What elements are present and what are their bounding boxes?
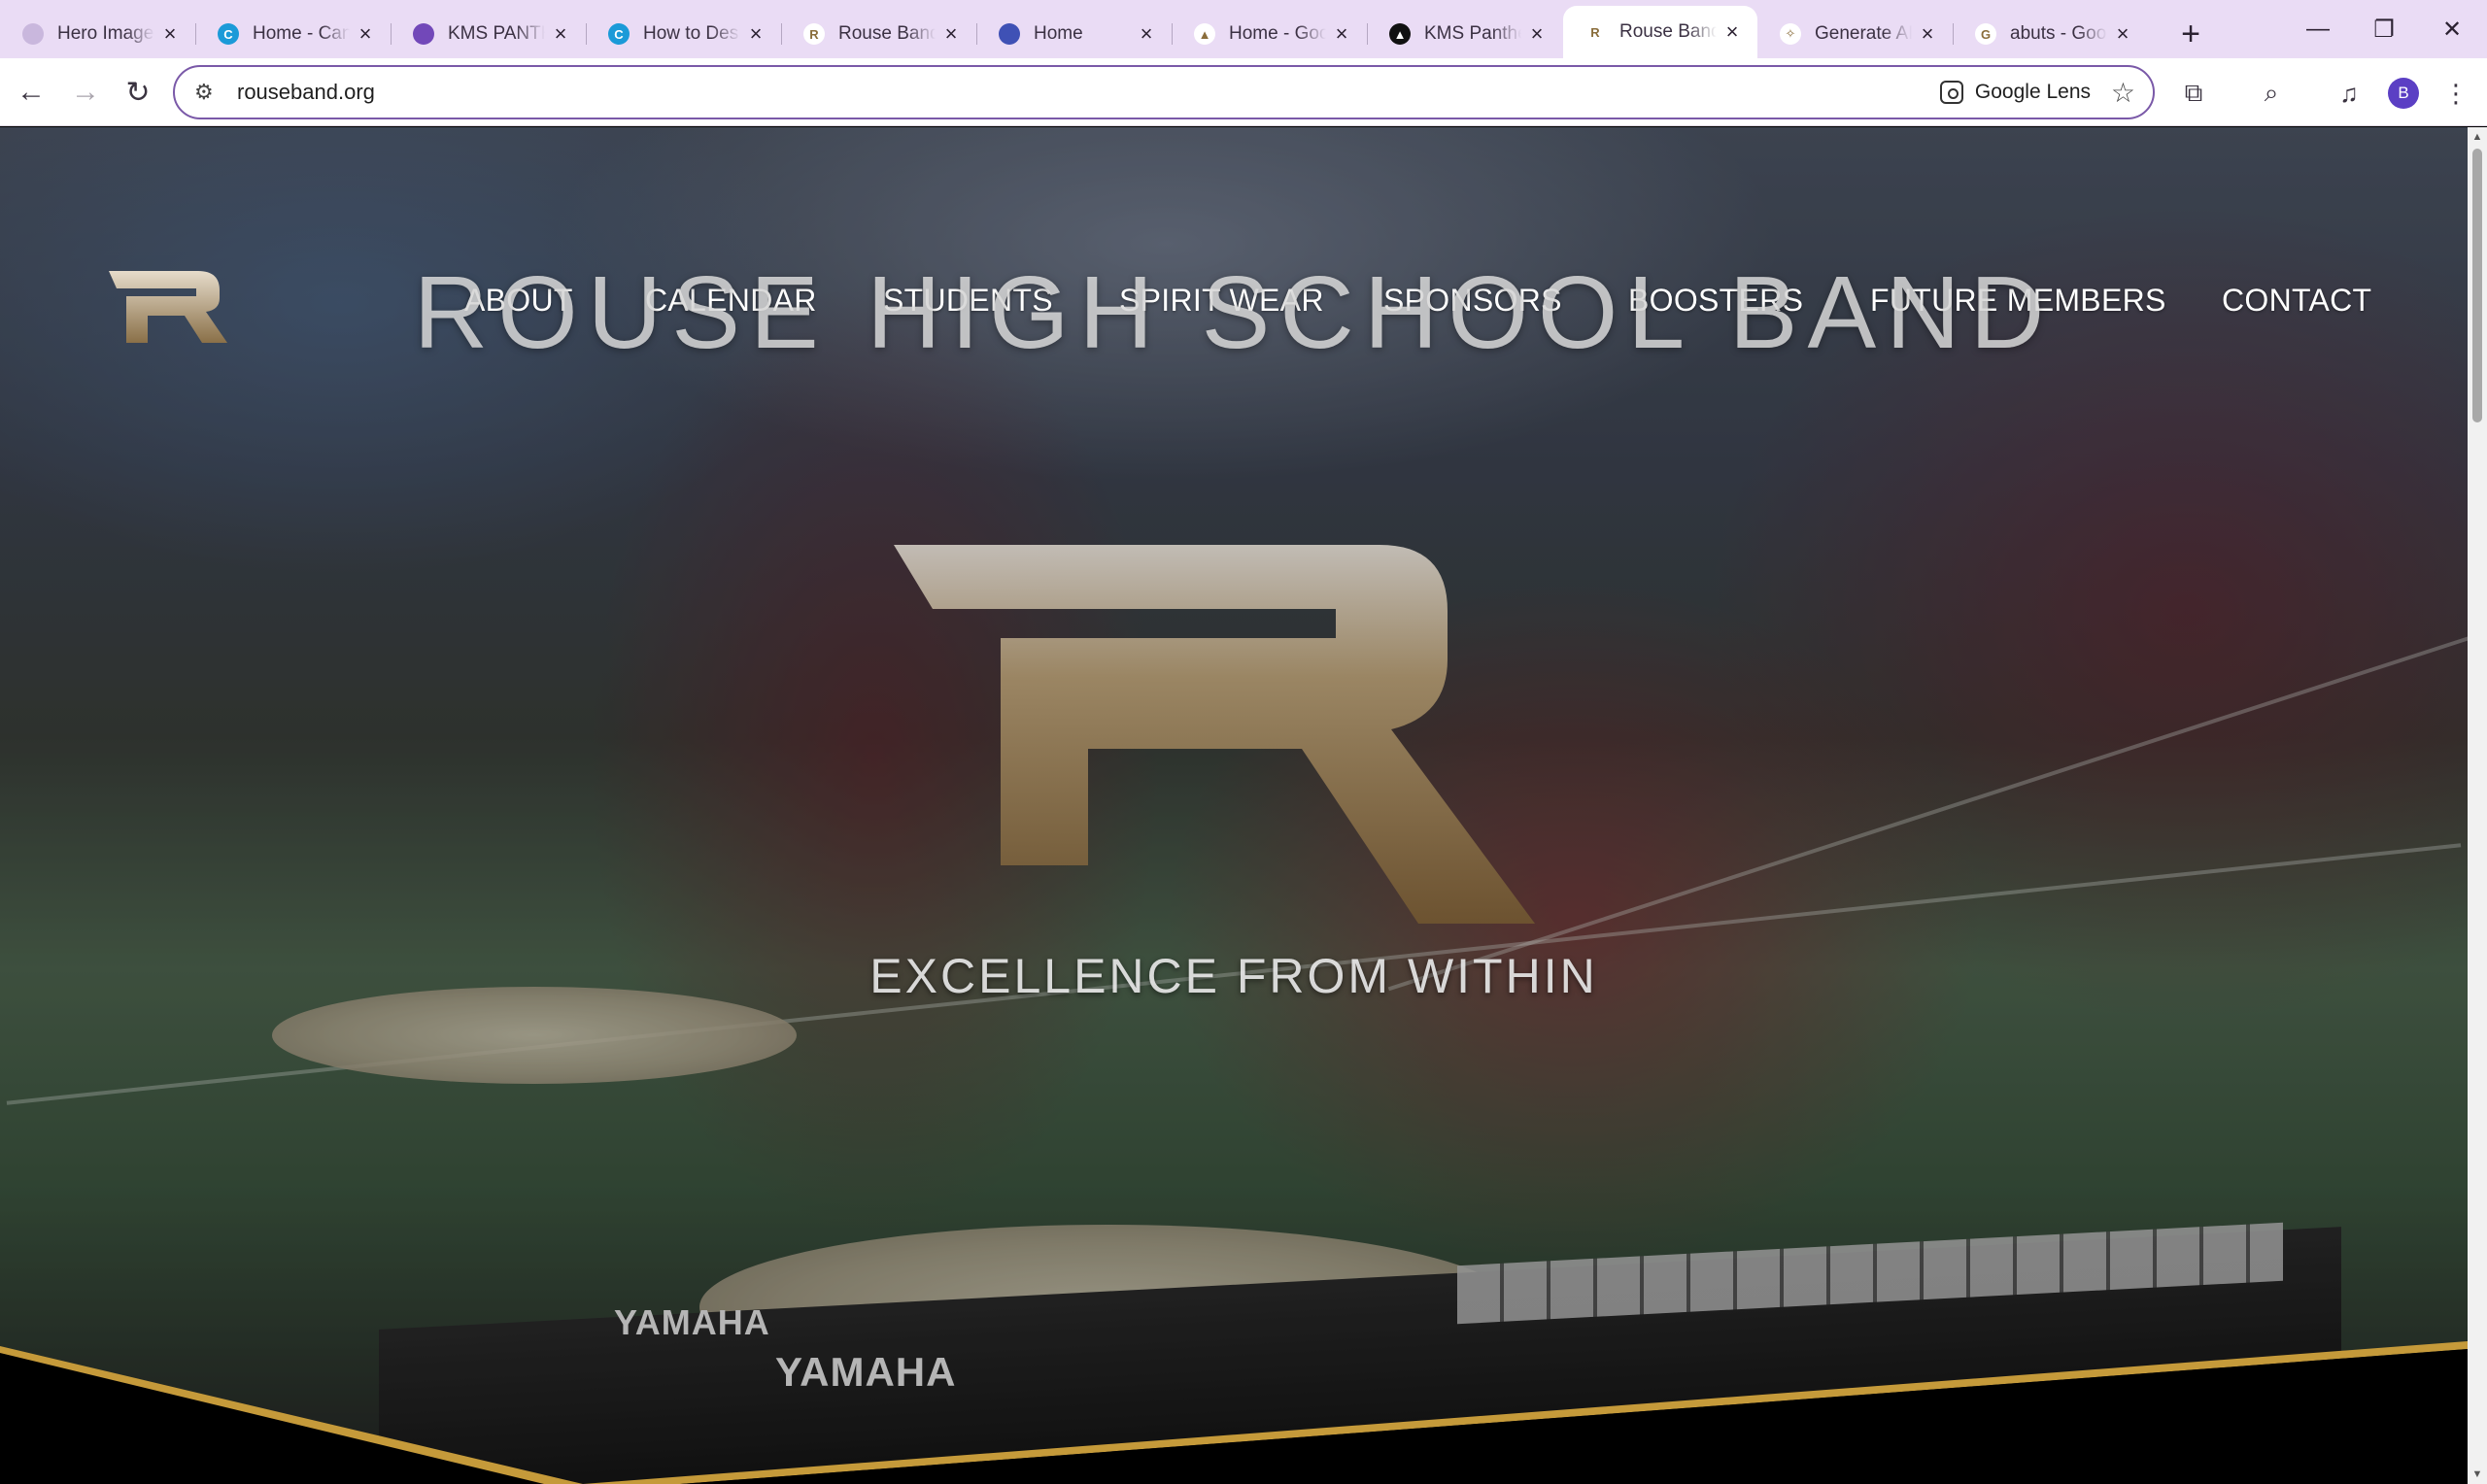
close-window-button[interactable]: ✕ xyxy=(2419,0,2485,58)
url-text[interactable]: rouseband.org xyxy=(237,80,375,105)
reload-button[interactable]: ↻ xyxy=(117,71,159,114)
canva-favicon-icon: C xyxy=(608,23,630,45)
tab-close-icon[interactable]: × xyxy=(1916,21,1939,46)
lens-icon xyxy=(1939,81,1963,104)
hero-favicon-icon xyxy=(22,23,44,45)
canva-favicon-icon: C xyxy=(218,23,239,45)
browser-tab[interactable]: R Rouse Band × xyxy=(1563,6,1757,58)
browser-tab[interactable]: Gabuts - Google× xyxy=(1953,10,2148,58)
tagline: EXCELLENCE FROM WITHIN xyxy=(869,949,1598,1003)
page-viewport: YAMAHA YAMAHA ABOUT CALENDAR STUDENTS SPIRI… xyxy=(0,127,2468,1484)
tab-title: How to Design xyxy=(643,23,740,44)
tab-close-icon[interactable]: × xyxy=(1525,21,1549,46)
new-tab-button[interactable]: + xyxy=(2162,10,2220,58)
browser-tab[interactable]: Home × xyxy=(976,10,1172,58)
tab-close-icon[interactable]: × xyxy=(158,21,182,46)
tab-close-icon[interactable]: × xyxy=(354,21,377,46)
browser-tab[interactable]: ▲ KMS Panthers× xyxy=(1367,10,1562,58)
tab-close-icon[interactable]: × xyxy=(2111,21,2134,46)
tab-title: Rouse Band xyxy=(838,23,936,44)
tab-close-icon[interactable]: × xyxy=(744,21,767,46)
browser-tab[interactable]: ✧ Generate AI × xyxy=(1758,10,1953,58)
tab-title: abuts - Google xyxy=(2010,23,2107,44)
restore-button[interactable]: ❐ xyxy=(2351,0,2417,58)
forms-favicon-icon xyxy=(413,23,434,45)
forward-button[interactable]: → xyxy=(64,71,107,114)
tab-title: Home - Google Drive xyxy=(1229,23,1326,44)
google-favicon-icon: G xyxy=(1975,23,1996,45)
profile-avatar[interactable]: B xyxy=(2388,78,2419,109)
tab-close-icon[interactable]: × xyxy=(549,21,572,46)
tab-title: KMS Panthers xyxy=(1424,23,1521,44)
scrollbar-thumb[interactable] xyxy=(2472,149,2482,422)
extensions-icon[interactable]: ⧉ xyxy=(2172,72,2215,115)
page-scrollbar[interactable]: ▲ ▼ xyxy=(2468,127,2487,1484)
browser-tab[interactable]: C Home - Canva× xyxy=(195,10,391,58)
site-info-icon[interactable]: ⚙ xyxy=(194,80,223,105)
hero-title: ROUSE HIGH SCHOOL BAND xyxy=(413,255,2055,370)
google-lens-button[interactable]: Google Lens xyxy=(1939,67,2091,118)
tab-title: Hero Image xyxy=(57,23,154,44)
tab-search-icon[interactable]: ⌕ xyxy=(2250,72,2293,115)
browser-toolbar: ← → ↻ ⚙ rouseband.org Google Lens ☆ ⧉ ⌕ … xyxy=(0,58,2487,126)
tab-close-icon[interactable]: × xyxy=(1330,21,1353,46)
browser-tab[interactable]: Hero Image × xyxy=(1,10,195,58)
address-bar[interactable]: ⚙ rouseband.org Google Lens ☆ xyxy=(173,65,2155,119)
lens-label: Google Lens xyxy=(1974,81,2091,103)
panther-favicon-icon: ▲ xyxy=(1389,23,1411,45)
browser-tab[interactable]: ▲ Home - Google Drive× xyxy=(1172,10,1367,58)
browser-tab[interactable]: C How to Design× xyxy=(586,10,781,58)
tab-strip: Hero Image×CHome - Canva×KMS PANTHERS×CH… xyxy=(0,0,2487,58)
tab-close-icon[interactable]: × xyxy=(1135,21,1158,46)
ai-favicon-icon: ✧ xyxy=(1780,23,1801,45)
minimize-button[interactable]: — xyxy=(2285,0,2351,58)
sites-favicon-icon xyxy=(999,23,1020,45)
menu-kebab-icon[interactable]: ⋮ xyxy=(2435,72,2477,115)
media-controls-icon[interactable]: ♫ xyxy=(2328,72,2370,115)
tab-close-icon[interactable]: × xyxy=(1720,19,1744,44)
browser-tab[interactable]: R Rouse Band × xyxy=(781,10,976,58)
bookmark-star-icon[interactable]: ☆ xyxy=(2111,77,2135,109)
tab-title: Rouse Band xyxy=(1619,21,1717,42)
back-button[interactable]: ← xyxy=(10,71,52,114)
tab-title: KMS PANTHERS xyxy=(448,23,545,44)
browser-tab[interactable]: KMS PANTHERS× xyxy=(391,10,586,58)
tab-title: Generate AI xyxy=(1815,23,1912,44)
tab-close-icon[interactable]: × xyxy=(939,21,963,46)
rouse-favicon-icon: R xyxy=(803,23,825,45)
drive-favicon-icon: ▲ xyxy=(1194,23,1215,45)
tab-title: Home xyxy=(1034,23,1083,44)
rouse-favicon-icon: R xyxy=(1584,21,1606,43)
tab-title: Home - Canva xyxy=(253,23,350,44)
